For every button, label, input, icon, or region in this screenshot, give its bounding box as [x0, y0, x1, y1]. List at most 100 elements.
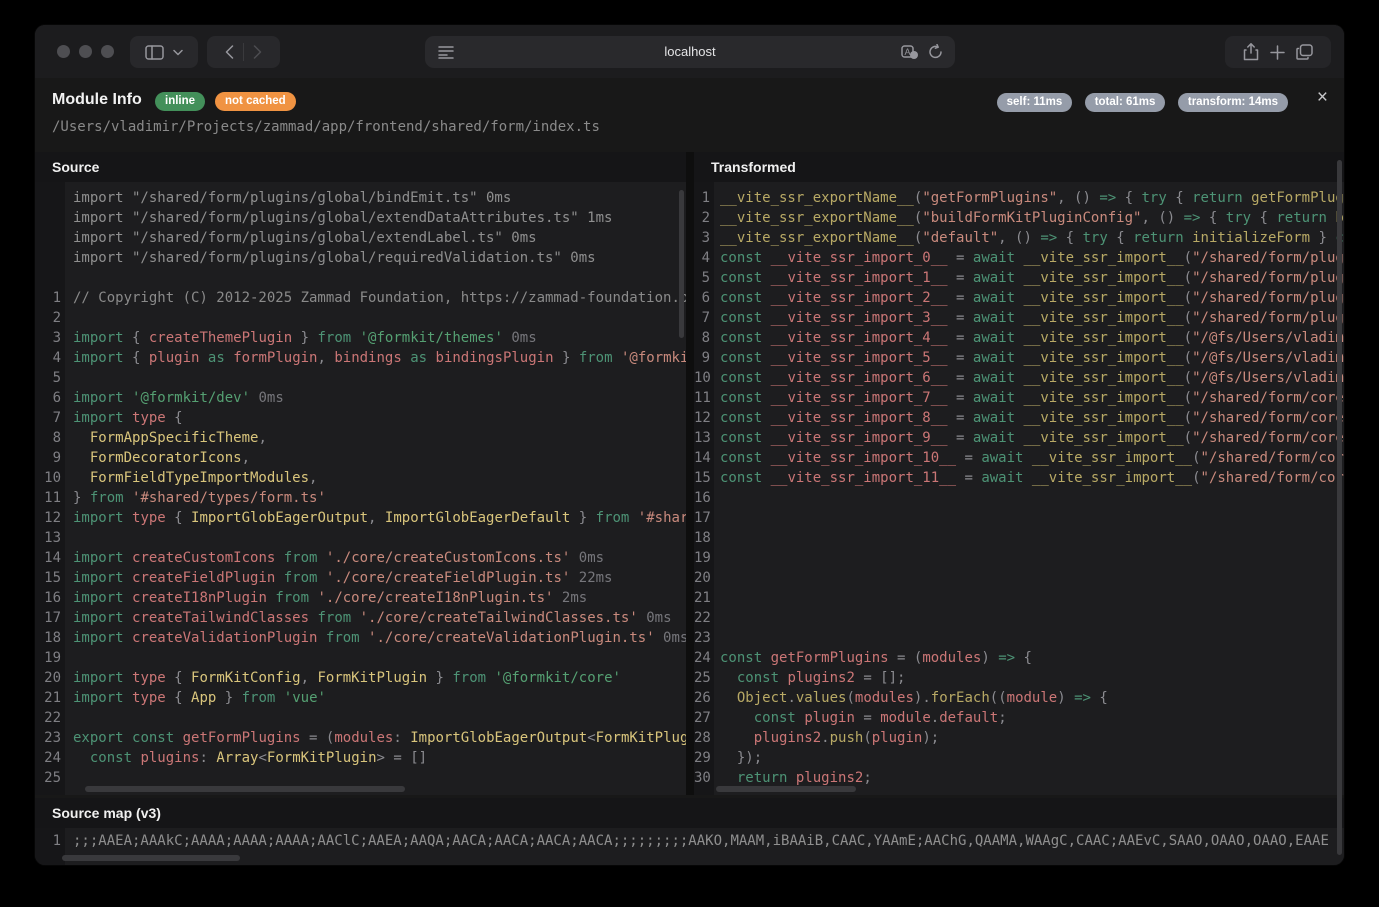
- code-text: });: [710, 748, 762, 768]
- code-text: const getFormPlugins = (modules) => {: [710, 648, 1032, 668]
- code-text: import createTailwindClasses from './cor…: [61, 608, 672, 628]
- code-line: 1;;;AAEA;AAAkC;AAAA;AAAA;AAAA;AAClC;AAEA…: [35, 831, 1344, 851]
- back-icon[interactable]: [225, 45, 234, 59]
- code-text: import createCustomIcons from './core/cr…: [61, 548, 604, 568]
- line-number: 4: [694, 248, 710, 268]
- code-line: 28 plugins2.push(plugin);: [694, 728, 1344, 748]
- line-number: 11: [694, 388, 710, 408]
- forward-icon[interactable]: [253, 45, 262, 59]
- metric-transform: transform: 14ms: [1178, 93, 1288, 112]
- code-text: import "/shared/form/plugins/global/bind…: [61, 188, 511, 208]
- code-text: [61, 268, 73, 288]
- code-text: } from '#shared/types/form.ts': [61, 488, 326, 508]
- nav-divider: [243, 43, 244, 61]
- code-line: 3__vite_ssr_exportName__("default", () =…: [694, 228, 1344, 248]
- close-icon[interactable]: ×: [1317, 87, 1328, 109]
- sidebar-toggle-button[interactable]: [130, 36, 198, 68]
- translate-icon[interactable]: A: [901, 45, 919, 60]
- code-line: 12const __vite_ssr_import_8__ = await __…: [694, 408, 1344, 428]
- code-line: import "/shared/form/plugins/global/exte…: [35, 208, 686, 228]
- url-text[interactable]: localhost: [425, 44, 955, 59]
- code-line: import "/shared/form/plugins/global/requ…: [35, 248, 686, 268]
- code-line: 4const __vite_ssr_import_0__ = await __v…: [694, 248, 1344, 268]
- source-vscrollbar[interactable]: [679, 190, 684, 338]
- code-text: import "/shared/form/plugins/global/exte…: [61, 228, 537, 248]
- transformed-code-view[interactable]: 1__vite_ssr_exportName__("getFormPlugins…: [694, 182, 1344, 795]
- transformed-hscrollbar[interactable]: [716, 786, 856, 792]
- reload-icon[interactable]: [928, 44, 943, 60]
- line-number: 16: [35, 588, 61, 608]
- code-text: FormAppSpecificTheme,: [61, 428, 267, 448]
- code-line: 10 FormFieldTypeImportModules,: [35, 468, 686, 488]
- line-number: 25: [35, 768, 61, 788]
- code-line: 13: [35, 528, 686, 548]
- window-minimize-button[interactable]: [79, 45, 92, 58]
- source-code-view[interactable]: import "/shared/form/plugins/global/bind…: [35, 182, 686, 795]
- code-line: [35, 268, 686, 288]
- line-number: 21: [694, 588, 710, 608]
- code-line: 25: [35, 768, 686, 788]
- code-text: [710, 508, 720, 528]
- code-line: 8const __vite_ssr_import_4__ = await __v…: [694, 328, 1344, 348]
- page-title: Module Info: [52, 91, 142, 109]
- code-text: const __vite_ssr_import_8__ = await __vi…: [710, 408, 1344, 428]
- metric-total: total: 61ms: [1085, 93, 1166, 112]
- code-text: [61, 648, 73, 668]
- line-number: 1: [35, 831, 61, 851]
- code-line: 30 return plugins2;: [694, 768, 1344, 788]
- code-line: 16import createI18nPlugin from './core/c…: [35, 588, 686, 608]
- code-line: 25 const plugins2 = [];: [694, 668, 1344, 688]
- address-bar[interactable]: localhost A: [425, 36, 955, 68]
- source-hscrollbar[interactable]: [85, 786, 405, 792]
- line-number: 30: [694, 768, 710, 788]
- code-text: [710, 528, 720, 548]
- line-number: 1: [694, 188, 710, 208]
- code-text: // Copyright (C) 2012-2025 Zammad Founda…: [61, 288, 686, 308]
- code-line: 7const __vite_ssr_import_3__ = await __v…: [694, 308, 1344, 328]
- line-number: 27: [694, 708, 710, 728]
- line-number: 11: [35, 488, 61, 508]
- line-number: 4: [35, 348, 61, 368]
- code-text: return plugins2;: [710, 768, 872, 788]
- line-number: 23: [694, 628, 710, 648]
- line-number: [35, 268, 61, 288]
- code-text: const __vite_ssr_import_9__ = await __vi…: [710, 428, 1344, 448]
- code-line: 20: [694, 568, 1344, 588]
- line-number: 17: [35, 608, 61, 628]
- status-badge-not-cached: not cached: [215, 92, 296, 111]
- code-text: export const getFormPlugins = (modules: …: [61, 728, 686, 748]
- tabs-overview-icon[interactable]: [1296, 44, 1313, 60]
- line-number: 17: [694, 508, 710, 528]
- code-line: 2__vite_ssr_exportName__("buildFormKitPl…: [694, 208, 1344, 228]
- source-panel-title: Source: [35, 152, 686, 182]
- code-text: [61, 528, 73, 548]
- line-number: [35, 228, 61, 248]
- code-text: const __vite_ssr_import_7__ = await __vi…: [710, 388, 1344, 408]
- line-number: 22: [35, 708, 61, 728]
- line-number: 7: [694, 308, 710, 328]
- code-line: 1__vite_ssr_exportName__("getFormPlugins…: [694, 188, 1344, 208]
- code-text: const __vite_ssr_import_1__ = await __vi…: [710, 268, 1344, 288]
- code-line: 10const __vite_ssr_import_6__ = await __…: [694, 368, 1344, 388]
- sourcemap-hscrollbar[interactable]: [62, 855, 240, 861]
- code-text: __vite_ssr_exportName__("buildFormKitPlu…: [710, 208, 1344, 228]
- window-close-button[interactable]: [57, 45, 70, 58]
- code-line: 6const __vite_ssr_import_2__ = await __v…: [694, 288, 1344, 308]
- line-number: 24: [694, 648, 710, 668]
- code-line: 24 const plugins: Array<FormKitPlugin> =…: [35, 748, 686, 768]
- code-text: [61, 708, 73, 728]
- code-text: const plugins: Array<FormKitPlugin> = []: [61, 748, 427, 768]
- code-text: import type { ImportGlobEagerOutput, Imp…: [61, 508, 686, 528]
- line-number: 9: [35, 448, 61, 468]
- new-tab-icon[interactable]: [1270, 45, 1285, 60]
- source-panel: Source import "/shared/form/plugins/glob…: [35, 152, 686, 795]
- share-icon[interactable]: [1243, 43, 1259, 61]
- page-vscrollbar[interactable]: [1337, 160, 1342, 855]
- code-text: ;;;AAEA;AAAkC;AAAA;AAAA;AAAA;AAClC;AAEA;…: [61, 831, 1329, 851]
- status-badge-inline: inline: [155, 92, 205, 111]
- code-line: 23export const getFormPlugins = (modules…: [35, 728, 686, 748]
- window-zoom-button[interactable]: [101, 45, 114, 58]
- svg-text:A: A: [904, 47, 910, 57]
- line-number: 2: [35, 308, 61, 328]
- code-text: [710, 628, 720, 648]
